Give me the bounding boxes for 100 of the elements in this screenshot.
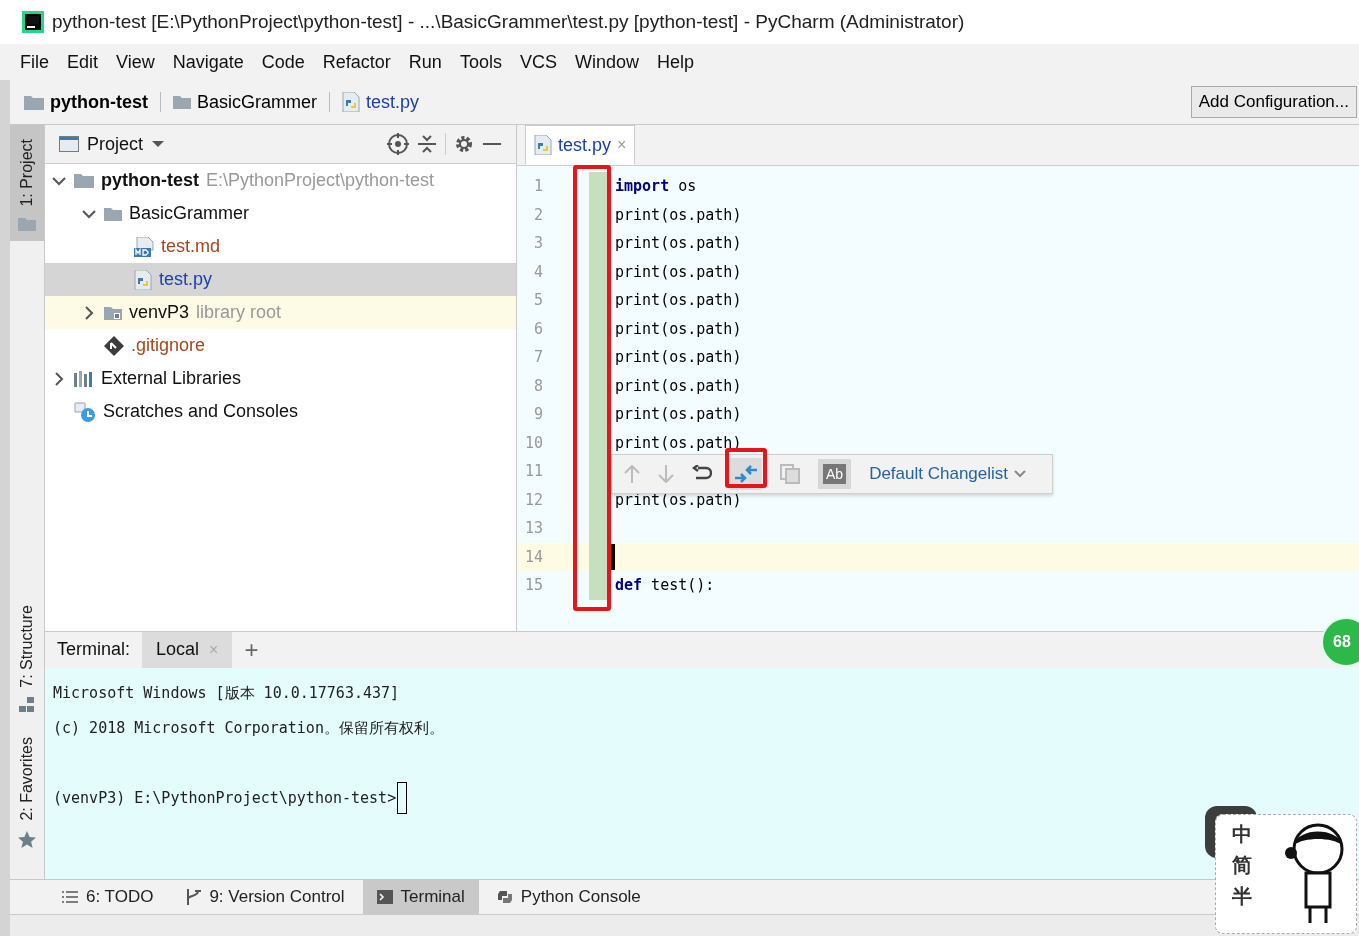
line-number: 13: [523, 519, 543, 538]
line-number: 15: [523, 576, 543, 595]
code-line: import os: [614, 177, 697, 196]
panel-title[interactable]: Project: [87, 133, 144, 155]
star-icon: [18, 830, 36, 849]
editor-tab[interactable]: test.py ×: [525, 125, 636, 165]
changelist-dropdown[interactable]: Default Changelist: [869, 464, 1027, 484]
line-number: 2: [532, 205, 543, 224]
tree-item[interactable]: python-test E:\PythonProject\python-test: [45, 164, 516, 197]
terminal-tab[interactable]: Local ×: [142, 632, 233, 668]
tree-label: test.md: [161, 236, 221, 257]
terminal-icon: [376, 890, 393, 904]
locate-icon[interactable]: [387, 133, 409, 155]
code-line: print(os.path): [614, 433, 742, 452]
list-icon: [62, 891, 78, 903]
menu-item[interactable]: Refactor: [322, 51, 391, 73]
tree-item[interactable]: External Libraries: [45, 362, 516, 395]
menu-item[interactable]: File: [20, 51, 49, 73]
tool-window-button[interactable]: 9: Version Control: [171, 880, 359, 914]
tree-item[interactable]: test.py: [45, 263, 516, 296]
code-line: print(os.path): [614, 234, 742, 253]
terminal-prompt: (venvP3) E:\PythonProject\python-test>: [53, 789, 397, 808]
markdown-file-icon: [134, 236, 154, 257]
libraries-icon: [74, 370, 94, 387]
breadcrumb[interactable]: python-test: [50, 91, 148, 113]
tree-item[interactable]: .gitignore: [45, 329, 516, 362]
breadcrumb[interactable]: test.py: [366, 91, 420, 113]
menu-item[interactable]: Help: [656, 51, 694, 73]
python-file-icon: [342, 92, 360, 112]
count-badge: 68: [1321, 617, 1359, 667]
line-number: 7: [532, 348, 543, 367]
line-number: 14: [523, 547, 543, 566]
tool-window-button[interactable]: Python Console: [482, 880, 655, 914]
ab-toggle[interactable]: Ab: [818, 459, 852, 489]
folder-icon: [74, 173, 94, 188]
menu-item[interactable]: Edit: [67, 51, 99, 73]
tree-label: .gitignore: [131, 335, 206, 356]
code-line: print(os.path): [614, 405, 742, 424]
python-file-icon: [134, 269, 152, 290]
breadcrumb[interactable]: BasicGrammer: [197, 91, 317, 113]
code-line: print(os.path): [614, 348, 742, 367]
tool-window-button[interactable]: Terminal: [362, 880, 479, 914]
ime-mode-label[interactable]: 半: [1232, 883, 1252, 910]
line-number: 12: [523, 490, 543, 509]
settings-icon[interactable]: [454, 134, 474, 154]
folder-icon: [18, 216, 36, 231]
code-line: print(os.path): [614, 376, 742, 395]
app-icon: [22, 11, 44, 33]
code-line: print(os.path): [614, 490, 742, 509]
ime-mode-label[interactable]: 简: [1232, 852, 1252, 879]
line-number: 4: [532, 262, 543, 281]
add-configuration-button[interactable]: Add Configuration...: [1190, 86, 1357, 118]
python-file-icon: [534, 135, 552, 155]
tree-label: Scratches and Consoles: [103, 401, 299, 422]
change-marker: [589, 172, 609, 201]
folder-icon: [104, 206, 122, 221]
tree-item[interactable]: Scratches and Consoles: [45, 395, 516, 428]
dropdown-icon[interactable]: [151, 140, 166, 148]
menu-item[interactable]: Tools: [459, 51, 502, 73]
code-line: def test():: [614, 576, 715, 595]
ime-widget[interactable]: 中 简 半: [1215, 814, 1357, 934]
line-number: 6: [532, 319, 543, 338]
menu-item[interactable]: Code: [261, 51, 305, 73]
tree-item[interactable]: BasicGrammer: [45, 197, 516, 230]
code-line: print(os.path): [614, 205, 742, 224]
terminal-line: Microsoft Windows [版本 10.0.17763.437]: [53, 684, 400, 703]
menu-item[interactable]: VCS: [519, 51, 557, 73]
tool-window-tab[interactable]: 7: Structure: [10, 590, 44, 724]
new-tab-button[interactable]: +: [244, 636, 259, 664]
tree-item[interactable]: venvP3 library root: [45, 296, 516, 329]
menu-item[interactable]: Run: [408, 51, 442, 73]
tool-window-tab[interactable]: 2: Favorites: [10, 723, 44, 859]
dropdown-icon: [1014, 470, 1027, 478]
folder-icon: [104, 305, 122, 320]
code-line: print(os.path): [614, 291, 742, 310]
terminal-cursor: [397, 782, 408, 815]
tree-hint: E:\PythonProject\python-test: [206, 170, 435, 191]
tree-item[interactable]: test.md: [45, 230, 516, 263]
tree-hint: library root: [196, 302, 282, 323]
menu-item[interactable]: View: [116, 51, 155, 73]
ime-mode-label[interactable]: 中: [1232, 821, 1252, 848]
menu-item[interactable]: Window: [574, 51, 639, 73]
code-line: print(os.path): [614, 262, 742, 281]
line-number: 10: [523, 433, 543, 452]
window-title: python-test [E:\PythonProject\python-test] - ...\BasicGrammer\test.py [python-test] - PyCharm (Administrator): [52, 11, 965, 33]
branch-icon: [185, 889, 202, 905]
tool-window-button[interactable]: 6: TODO: [48, 880, 168, 914]
tree-label: test.py: [159, 269, 213, 290]
terminal-title: Terminal:: [57, 639, 131, 661]
scratches-icon: [74, 401, 96, 422]
tree-label: python-test: [101, 170, 199, 191]
menu-item[interactable]: Navigate: [172, 51, 244, 73]
text-cursor: [609, 543, 615, 570]
structure-icon: [19, 697, 35, 714]
tool-window-tab[interactable]: 1: Project: [10, 125, 44, 241]
collapse-icon[interactable]: [417, 134, 437, 154]
change-marker: [589, 571, 609, 600]
line-number: 1: [532, 177, 543, 196]
code-line: print(os.path): [614, 319, 742, 338]
line-number: 11: [523, 462, 543, 481]
